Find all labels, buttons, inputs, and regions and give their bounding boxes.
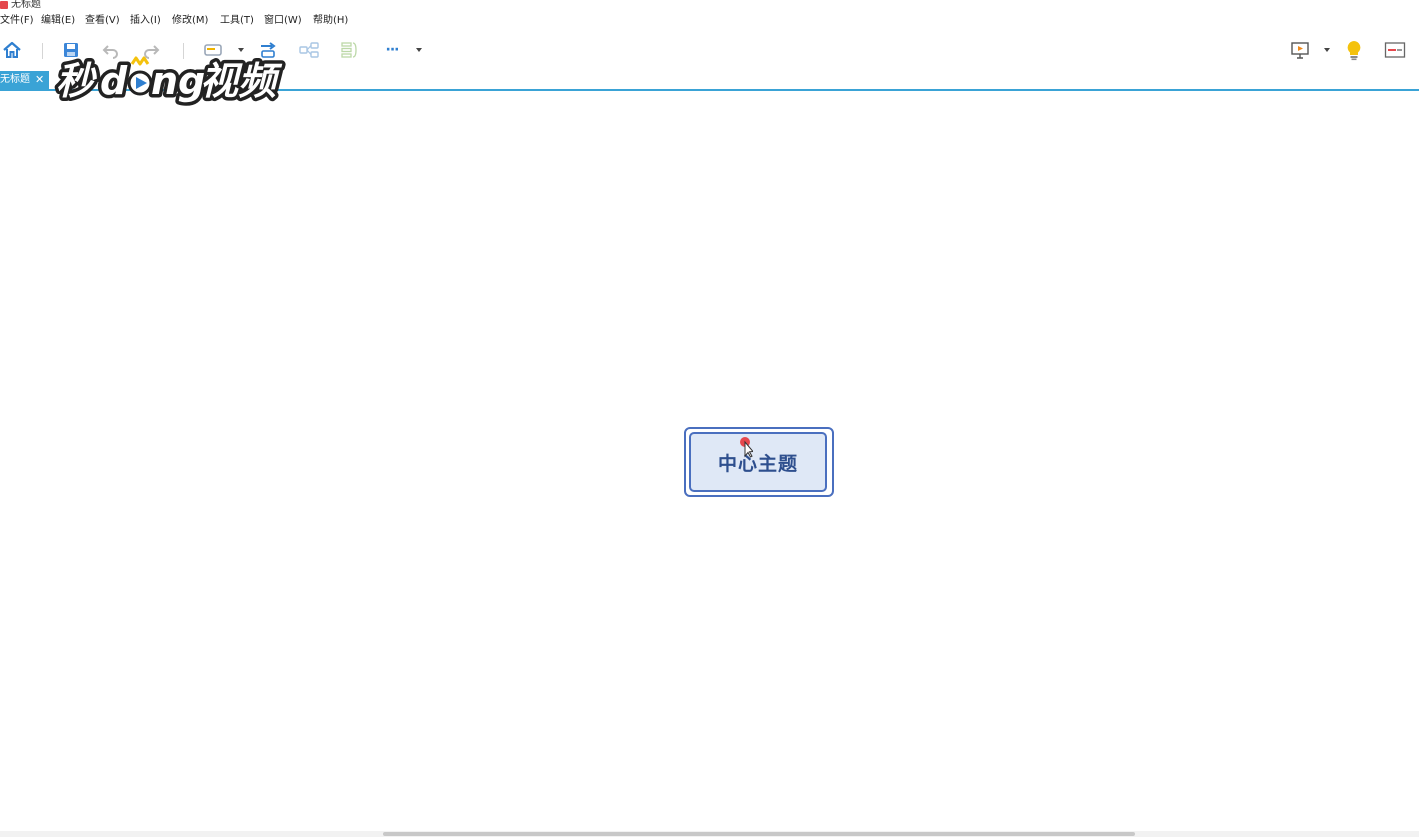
central-topic-label: 中心主题: [717, 452, 798, 475]
idea-bulb-button[interactable]: [1342, 38, 1366, 62]
central-topic-body: 中心主题: [689, 432, 827, 492]
svg-text:视频: 视频: [200, 59, 283, 103]
menu-modify[interactable]: 修改(M): [172, 14, 208, 28]
home-icon: [3, 41, 21, 58]
horizontal-scrollbar-thumb[interactable]: [383, 832, 1135, 836]
close-icon[interactable]: ✕: [35, 71, 44, 89]
svg-text:秒: 秒: [56, 59, 97, 103]
presentation-dropdown-caret[interactable]: [1324, 48, 1330, 52]
title-bar: 无标题: [0, 0, 1419, 11]
toolbar-separator: [42, 43, 43, 59]
summary-button[interactable]: [337, 38, 361, 62]
watermark-logo: 秒 d ng 视频 秒 d ng 视频: [53, 56, 287, 107]
menu-view[interactable]: 查看(V): [85, 14, 120, 28]
home-button[interactable]: [0, 38, 24, 62]
mouse-cursor-icon: [740, 437, 753, 458]
idea-bulb-icon: [1347, 41, 1361, 61]
app-logo-icon: [0, 1, 8, 9]
more-button[interactable]: ···: [380, 38, 404, 62]
presentation-icon: [1291, 42, 1309, 59]
menu-tools[interactable]: 工具(T): [220, 14, 254, 28]
menu-bar: 文件(F) 编辑(E) 查看(V) 插入(I) 修改(M) 工具(T) 窗口(W…: [0, 11, 1419, 31]
summary-icon: [341, 42, 357, 58]
central-topic[interactable]: 中心主题: [684, 427, 834, 497]
svg-text:d: d: [100, 59, 128, 103]
window-title: 无标题: [11, 0, 41, 10]
panel-toggle-button[interactable]: [1383, 38, 1407, 62]
menu-window[interactable]: 窗口(W): [264, 14, 302, 28]
tab-label: 无标题: [0, 74, 30, 85]
menu-insert[interactable]: 插入(I): [130, 14, 161, 28]
presentation-button[interactable]: [1288, 38, 1312, 62]
floating-topic-icon: [299, 42, 319, 58]
more-dropdown-caret[interactable]: [416, 48, 422, 52]
menu-help[interactable]: 帮助(H): [313, 14, 348, 28]
floating-topic-button[interactable]: [297, 38, 321, 62]
svg-text:ng: ng: [151, 59, 205, 103]
menu-edit[interactable]: 编辑(E): [41, 14, 75, 28]
tab-untitled[interactable]: 无标题 ✕: [0, 71, 49, 89]
panel-toggle-icon: [1384, 42, 1406, 58]
more-icon: ···: [385, 42, 400, 58]
menu-file[interactable]: 文件(F): [0, 14, 34, 28]
